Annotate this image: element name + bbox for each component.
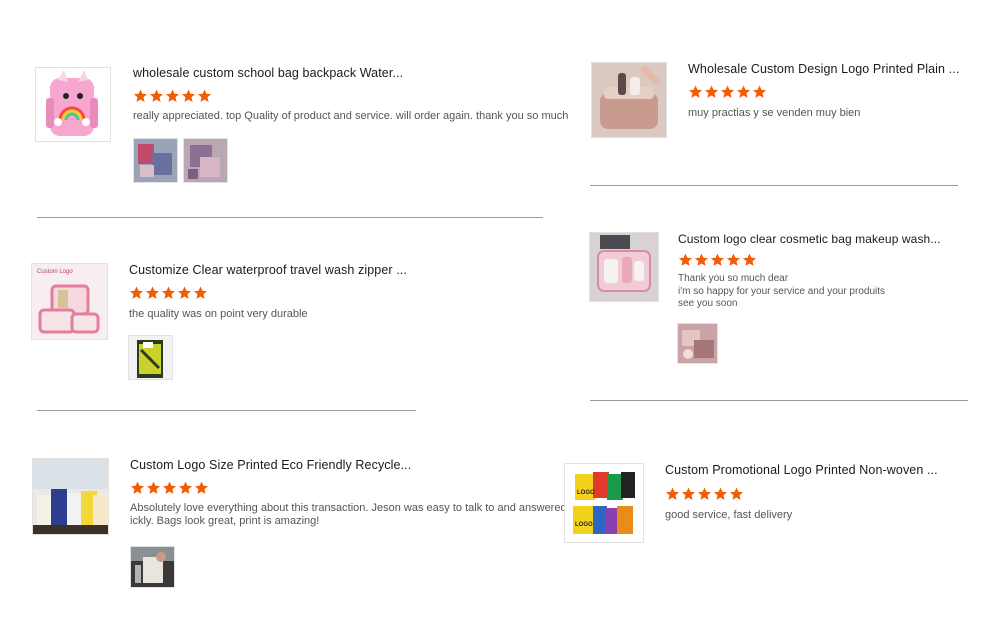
star-rating: [133, 89, 212, 103]
star-rating: [688, 85, 767, 99]
star-icon: [678, 253, 693, 266]
product-title[interactable]: Customize Clear waterproof travel wash z…: [129, 263, 407, 277]
star-icon: [704, 85, 719, 98]
star-icon: [178, 481, 193, 494]
star-icon: [197, 89, 212, 102]
star-icon: [713, 487, 728, 500]
star-icon: [697, 487, 712, 500]
review-photo-image: [131, 547, 174, 587]
thumbnail-label: LOGO: [575, 522, 593, 528]
review-divider: [37, 410, 416, 411]
star-icon: [726, 253, 741, 266]
product-thumbnail[interactable]: Custom Logo: [31, 263, 108, 340]
comment-line: good service, fast delivery: [665, 509, 793, 521]
star-rating: [665, 487, 744, 501]
pink-unicorn-backpack-icon: [46, 70, 98, 136]
non-woven-bags-icon: LOGO LOGO: [565, 464, 643, 542]
comment-line: Thank you so much dear: [678, 273, 789, 284]
product-title[interactable]: wholesale custom school bag backpack Wat…: [133, 66, 403, 80]
thumbnail-label: LOGO: [577, 490, 595, 496]
review-photo[interactable]: [183, 138, 228, 183]
comment-line: ickly. Bags look great, print is amazing…: [130, 515, 320, 527]
clear-wash-bag-set-icon: Custom Logo: [32, 264, 107, 339]
star-icon: [162, 481, 177, 494]
comment-line: see you soon: [678, 298, 738, 309]
product-thumbnail[interactable]: [35, 67, 111, 142]
star-icon: [149, 89, 164, 102]
review-divider: [590, 400, 968, 401]
product-thumbnail[interactable]: [589, 232, 659, 302]
review-photo[interactable]: [133, 138, 178, 183]
star-icon: [729, 487, 744, 500]
comment-line: really appreciated. top Quality of produ…: [133, 110, 569, 122]
star-icon: [720, 85, 735, 98]
star-icon: [146, 481, 161, 494]
star-icon: [665, 487, 680, 500]
product-title[interactable]: Custom Promotional Logo Printed Non-wove…: [665, 463, 938, 477]
review-comment: Thank you so much dear i'm so happy for …: [678, 273, 885, 311]
review-divider: [590, 185, 958, 186]
star-icon: [145, 286, 160, 299]
review-photo[interactable]: [128, 335, 173, 380]
star-icon: [165, 89, 180, 102]
star-icon: [710, 253, 725, 266]
star-icon: [193, 286, 208, 299]
star-rating: [130, 481, 209, 495]
product-thumbnail[interactable]: [32, 458, 109, 535]
review-photo[interactable]: [130, 546, 175, 588]
comment-line: muy practias y se venden muy bien: [688, 107, 861, 119]
star-icon: [194, 481, 209, 494]
star-rating: [678, 253, 757, 267]
review-photo[interactable]: [677, 323, 718, 364]
review-photo-image: [678, 324, 717, 363]
review-comment: really appreciated. top Quality of produ…: [133, 110, 568, 123]
star-icon: [181, 89, 196, 102]
star-icon: [129, 286, 144, 299]
star-icon: [130, 481, 145, 494]
comment-line: Absolutely love everything about this tr…: [130, 502, 585, 514]
product-title[interactable]: Custom logo clear cosmetic bag makeup wa…: [678, 232, 941, 246]
star-icon: [742, 253, 757, 266]
review-comment: the quality was on point very durable: [129, 308, 308, 321]
star-icon: [177, 286, 192, 299]
star-icon: [752, 85, 767, 98]
pink-cosmetic-case-icon: [592, 63, 666, 137]
star-icon: [133, 89, 148, 102]
product-title[interactable]: Wholesale Custom Design Logo Printed Pla…: [688, 62, 959, 76]
product-title[interactable]: Custom Logo Size Printed Eco Friendly Re…: [130, 458, 411, 472]
review-comment: Absolutely love everything about this tr…: [130, 502, 584, 528]
review-comment: muy practias y se venden muy bien: [688, 107, 860, 120]
review-divider: [37, 217, 543, 218]
star-icon: [161, 286, 176, 299]
review-photo-image: [129, 336, 172, 379]
star-rating: [129, 286, 208, 300]
review-comment: good service, fast delivery: [665, 509, 792, 522]
thumbnail-caption: Custom Logo: [37, 269, 73, 275]
star-icon: [681, 487, 696, 500]
star-icon: [688, 85, 703, 98]
comment-line: i'm so happy for your service and your p…: [678, 285, 886, 297]
review-photo-image: [134, 139, 177, 182]
star-icon: [736, 85, 751, 98]
star-icon: [694, 253, 709, 266]
clear-makeup-bag-icon: [590, 233, 658, 301]
comment-line: the quality was on point very durable: [129, 308, 308, 320]
product-thumbnail[interactable]: [591, 62, 667, 138]
product-thumbnail[interactable]: LOGO LOGO: [564, 463, 644, 543]
eco-tote-bags-icon: [33, 459, 108, 534]
review-photo-image: [184, 139, 227, 182]
